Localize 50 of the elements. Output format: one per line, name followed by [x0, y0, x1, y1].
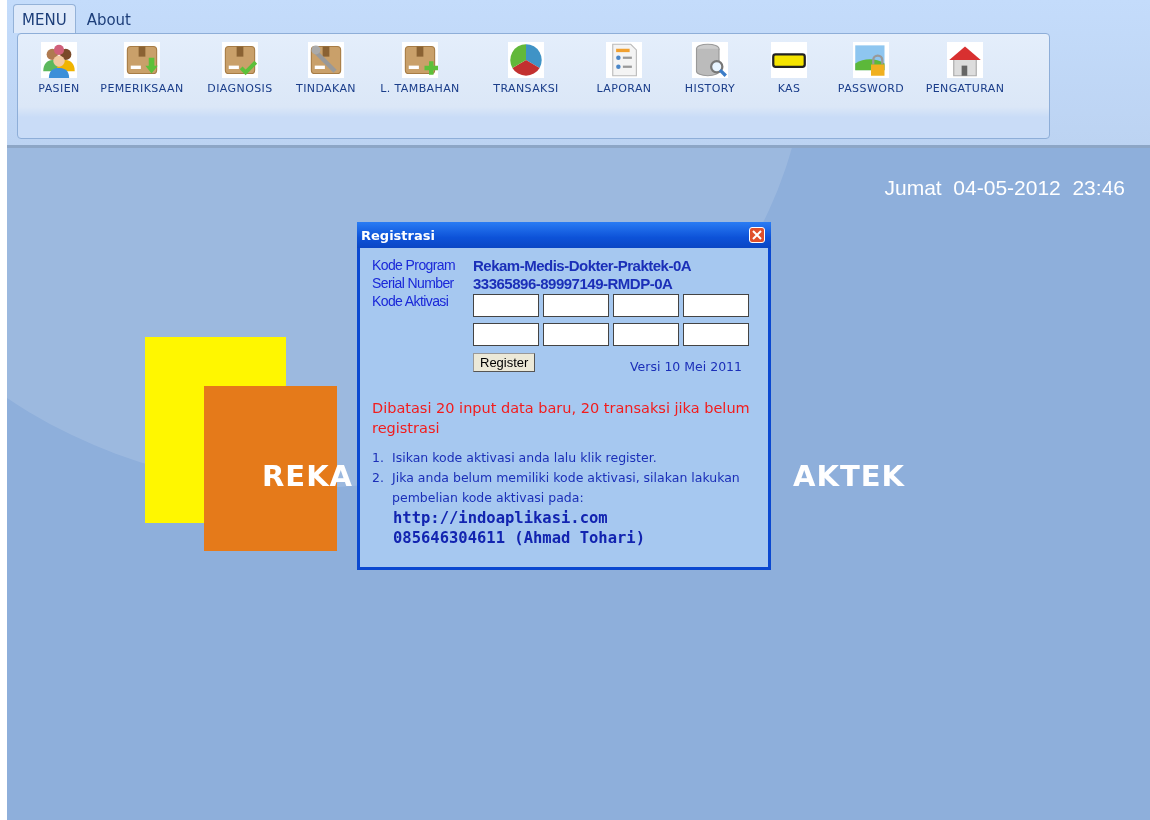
input-field[interactable]: [613, 323, 679, 346]
ribbon-button[interactable]: LAPORAN: [581, 42, 667, 95]
box-arrow-icon: [124, 42, 160, 78]
field-value: Rekam-Medis-Dokter-Praktek-0A: [473, 257, 693, 274]
ribbon-button[interactable]: PASIEN: [31, 42, 87, 95]
input-field[interactable]: [543, 323, 609, 346]
date-time: Jumat 04-05-2012 23:46: [884, 176, 1125, 200]
database-icon: [692, 42, 728, 78]
box-plus-icon: [402, 42, 438, 78]
warning-text: Dibatasi 20 input data baru, 20 transaksi jika belum registrasi: [372, 399, 751, 438]
ribbon-button[interactable]: PEMERIKSAAN: [87, 42, 197, 95]
ribbon-button[interactable]: HISTORY: [667, 42, 753, 95]
ribbon-tab[interactable]: About: [77, 4, 140, 33]
ribbon-button[interactable]: L. TAMBAHAN: [369, 42, 471, 95]
input-field[interactable]: [473, 323, 539, 346]
input-field[interactable]: [683, 294, 749, 317]
box-check-icon: [222, 42, 258, 78]
people-icon: [41, 42, 77, 78]
version-text: Versi 10 Mei 2011: [630, 359, 742, 374]
banner-title: AKTEK: [793, 459, 905, 493]
field-value: 33365896-89997149-RMDP-0A: [473, 275, 674, 292]
register-button[interactable]: Register: [473, 353, 536, 372]
bar-icon: [771, 42, 807, 78]
input-field[interactable]: [473, 294, 539, 317]
input-field[interactable]: [543, 294, 609, 317]
dialog-title: Registrasi: [361, 227, 435, 243]
step-text: Isikan kode aktivasi anda lalu klik register.: [392, 449, 657, 467]
input-field[interactable]: [683, 323, 749, 346]
ribbon-button[interactable]: PASSWORD: [825, 42, 917, 95]
field-label: Kode Program: [372, 257, 457, 273]
box-wrench-icon: [308, 42, 344, 78]
input-field[interactable]: [613, 294, 679, 317]
landscape-lock-icon: [853, 42, 889, 78]
step-text: Jika anda belum memiliki kode aktivasi, silakan lakukan pembelian kode aktivasi pada:: [392, 469, 741, 507]
ribbon-button[interactable]: TINDAKAN: [283, 42, 369, 95]
report-icon: [606, 42, 642, 78]
field-label: Kode Aktivasi: [372, 293, 450, 309]
ribbon-button[interactable]: DIAGNOSIS: [197, 42, 283, 95]
ribbon-button[interactable]: PENGATURAN: [917, 42, 1013, 95]
contact-text: 085646304611 (Ahmad Tohari): [393, 528, 646, 548]
house-icon: [947, 42, 983, 78]
ribbon-button[interactable]: KAS: [753, 42, 825, 95]
ribbon-button[interactable]: TRANSAKSI: [471, 42, 581, 95]
pie-chart-icon: [508, 42, 544, 78]
close-button[interactable]: [749, 227, 765, 243]
step-number: 1.: [372, 449, 385, 467]
field-label: Serial Number: [372, 275, 455, 291]
ribbon-tab[interactable]: MENU: [13, 4, 76, 33]
step-number: 2.: [372, 469, 385, 487]
website-link[interactable]: http://indoaplikasi.com: [393, 508, 758, 528]
